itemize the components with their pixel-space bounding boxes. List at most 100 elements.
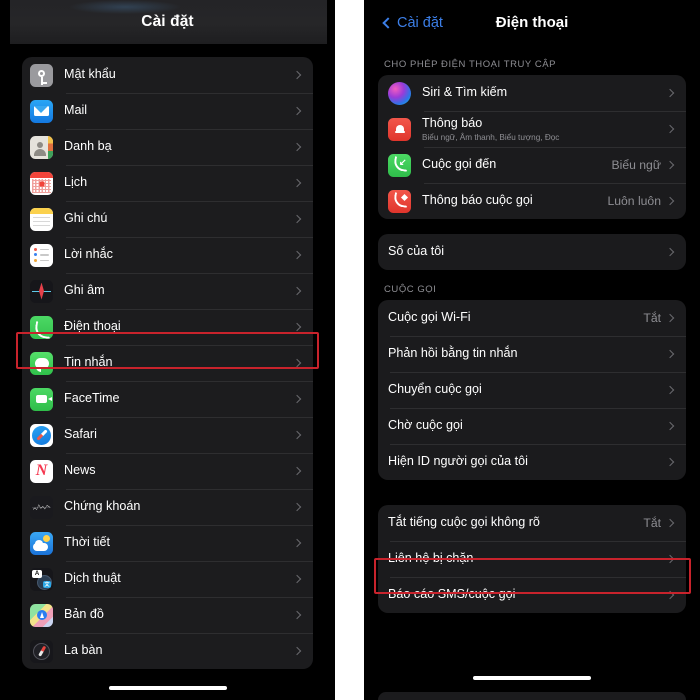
list-item-label: Lịch — [64, 175, 88, 190]
list-item[interactable]: Ghi âm — [22, 273, 313, 309]
phone-scroll-body: CHO PHÉP ĐIỆN THOẠI TRUY CẬP Siri & Tìm … — [364, 45, 700, 700]
list-item-label: Safari — [64, 427, 97, 442]
list-item[interactable]: Phản hồi bằng tin nhắn — [378, 336, 686, 372]
list-item-text: Bản đồ — [64, 607, 294, 623]
list-item[interactable]: Số của tôi — [378, 234, 686, 270]
list-item-label: Thông báo cuộc gọi — [422, 193, 533, 208]
list-item[interactable]: Danh bạ — [22, 129, 313, 165]
list-item-label: Chờ cuộc gọi — [388, 418, 463, 433]
list-item[interactable]: Bản đồ — [22, 597, 313, 633]
list-item[interactable]: Mail — [22, 93, 313, 129]
list-item[interactable]: Thông báo Biểu ngữ, Âm thanh, Biểu tượng,… — [378, 111, 686, 147]
section-label-access: CHO PHÉP ĐIỆN THOẠI TRUY CẬP — [384, 59, 557, 70]
chevron-right-icon — [292, 322, 302, 332]
list-item-text: Chuyển cuộc gọi — [388, 382, 667, 398]
messages-icon — [30, 351, 53, 375]
list-item[interactable]: Hiện ID người gọi của tôi — [378, 444, 686, 480]
list-item-text: News — [64, 463, 294, 479]
list-item-label: Số của tôi — [388, 244, 445, 259]
chevron-right-icon — [292, 574, 302, 584]
back-button[interactable]: Cài đặt — [382, 15, 443, 31]
list-item-label: La bàn — [64, 643, 103, 658]
reminders-icon — [30, 243, 53, 267]
list-item[interactable]: FaceTime — [22, 381, 313, 417]
list-item[interactable]: Tin nhắn — [22, 345, 313, 381]
phone-nav-bar: Cài đặt Điện thoại — [364, 0, 700, 45]
list-item[interactable]: Mật khẩu — [22, 57, 313, 93]
chevron-right-icon — [665, 247, 675, 257]
list-item-label: Phản hồi bằng tin nhắn — [388, 346, 518, 361]
list-item-text: Ghi âm — [64, 283, 294, 299]
page-title: Cài đặt — [141, 13, 194, 30]
list-item[interactable]: Lời nhắc — [22, 237, 313, 273]
maps-icon — [30, 603, 53, 627]
list-item-label: Tin nhắn — [64, 355, 113, 370]
home-indicator[interactable] — [473, 675, 591, 680]
list-item[interactable]: Chứng khoán — [22, 489, 313, 525]
chevron-right-icon — [665, 421, 675, 431]
list-item[interactable]: Ghi chú — [22, 201, 313, 237]
list-item-text: Cuộc gọi đến — [422, 157, 612, 173]
chevron-right-icon — [292, 394, 302, 404]
chevron-right-icon — [292, 250, 302, 260]
list-item-text: Lời nhắc — [64, 247, 294, 263]
list-item-text: Hiện ID người gọi của tôi — [388, 454, 667, 470]
my-number-card: Số của tôi — [378, 234, 686, 270]
list-item[interactable]: Cuộc gọi Wi-Fi Tắt — [378, 300, 686, 336]
call-filtering-card: Tắt tiếng cuộc gọi không rõ Tắt Liên hệ bị… — [378, 505, 686, 613]
key-icon — [30, 63, 53, 87]
list-item-label: Chứng khoán — [64, 499, 141, 514]
list-item-text: Phản hồi bằng tin nhắn — [388, 346, 667, 362]
compass-icon — [30, 639, 53, 663]
list-item[interactable]: ↙ Cuộc gọi đến Biểu ngữ — [378, 147, 686, 183]
list-item[interactable]: Safari — [22, 417, 313, 453]
list-item[interactable]: La bàn — [22, 633, 313, 669]
chevron-right-icon — [292, 610, 302, 620]
chevron-right-icon — [292, 646, 302, 656]
list-item[interactable]: N News — [22, 453, 313, 489]
list-item[interactable]: Báo cáo SMS/cuộc gọi — [378, 577, 686, 613]
list-item-value: Tắt — [643, 311, 661, 325]
list-item-label: Hiện ID người gọi của tôi — [388, 454, 528, 469]
list-item-text: Điện thoại — [64, 319, 294, 335]
list-item[interactable]: A 文 Dịch thuật — [22, 561, 313, 597]
list-item[interactable]: Siri & Tìm kiếm — [378, 75, 686, 111]
chevron-left-icon — [382, 16, 394, 29]
list-item-label: Ghi chú — [64, 211, 108, 226]
chevron-right-icon — [292, 178, 302, 188]
stocks-icon — [30, 495, 53, 519]
list-item-text: Số của tôi — [388, 244, 667, 260]
list-item[interactable]: Chờ cuộc gọi — [378, 408, 686, 444]
list-item[interactable]: Liên hệ bị chặn — [378, 541, 686, 577]
contacts-icon — [30, 135, 53, 159]
list-item-label: Liên hệ bị chặn — [388, 551, 474, 566]
list-item-text: Thông báo Biểu ngữ, Âm thanh, Biểu tượng,… — [422, 116, 667, 142]
list-item-text: Dịch thuật — [64, 571, 294, 587]
list-item-label: Mail — [64, 103, 88, 118]
list-item-text: Mail — [64, 103, 294, 119]
chevron-right-icon — [665, 518, 675, 528]
list-item[interactable]: Chuyển cuộc gọi — [378, 372, 686, 408]
list-item[interactable]: Thời tiết — [22, 525, 313, 561]
list-item-text: Báo cáo SMS/cuộc gọi — [388, 587, 667, 603]
chevron-right-icon — [665, 554, 675, 564]
list-item[interactable]: Thông báo cuộc gọi Luôn luôn — [378, 183, 686, 219]
list-item-text: Tin nhắn — [64, 355, 294, 371]
list-item-text: Ghi chú — [64, 211, 294, 227]
weather-icon — [30, 531, 53, 555]
list-item[interactable]: Tắt tiếng cuộc gọi không rõ Tắt — [378, 505, 686, 541]
list-item-label: Danh bạ — [64, 139, 112, 154]
chevron-right-icon — [665, 124, 675, 134]
left-bezel — [0, 0, 10, 700]
list-item-label: Tắt tiếng cuộc gọi không rõ — [388, 515, 540, 530]
list-item-label: Thời tiết — [64, 535, 111, 550]
list-item-label: News — [64, 463, 96, 478]
list-item[interactable]: Lịch — [22, 165, 313, 201]
list-item[interactable]: Điện thoại — [22, 309, 313, 345]
list-item-text: Chờ cuộc gọi — [388, 418, 667, 434]
calendar-icon — [30, 171, 53, 195]
chevron-right-icon — [665, 88, 675, 98]
list-item-text: Liên hệ bị chặn — [388, 551, 667, 567]
chevron-right-icon — [292, 286, 302, 296]
home-indicator[interactable] — [108, 685, 227, 690]
